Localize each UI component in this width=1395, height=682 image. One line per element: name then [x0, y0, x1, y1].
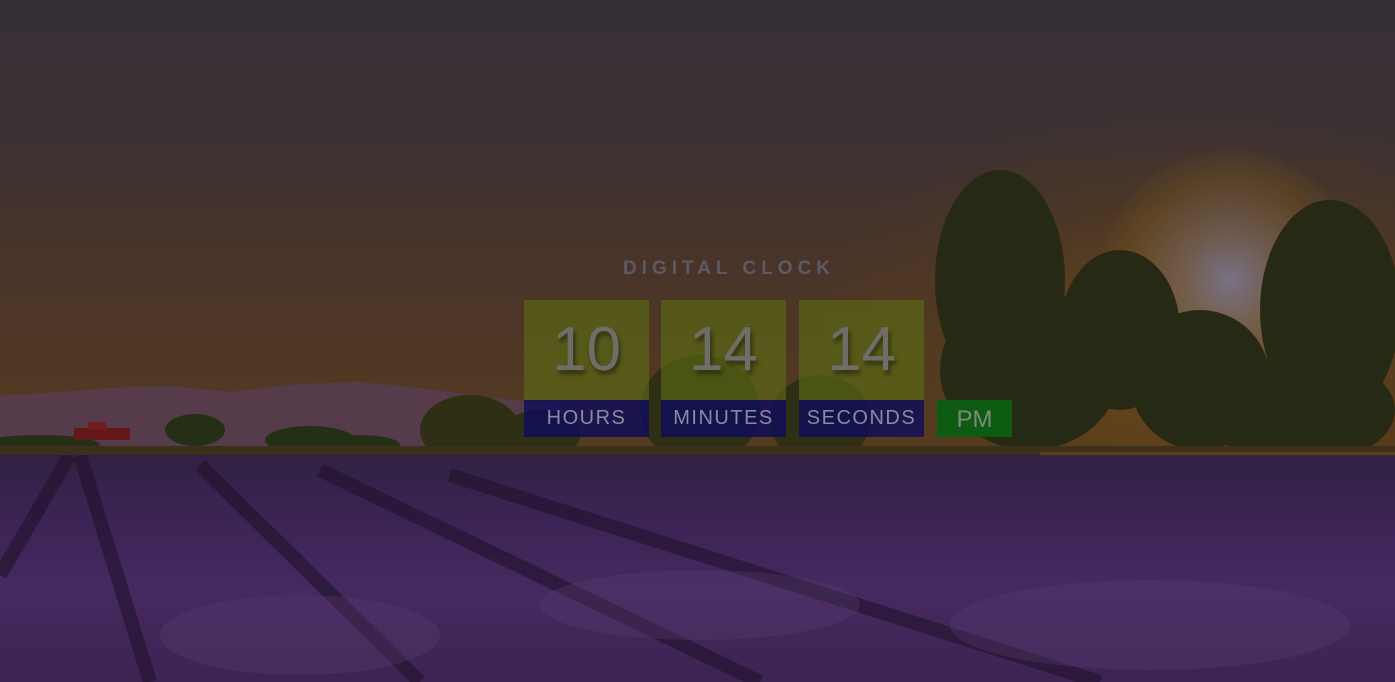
- minutes-label: MINUTES: [661, 400, 786, 437]
- seconds-value: 14: [799, 300, 924, 400]
- minutes-value: 14: [661, 300, 786, 400]
- hours-label: HOURS: [524, 400, 649, 437]
- ampm-indicator: PM: [937, 400, 1012, 437]
- hours-unit: 10 HOURS: [524, 300, 649, 437]
- minutes-unit: 14 MINUTES: [661, 300, 786, 437]
- seconds-unit: 14 SECONDS: [799, 300, 924, 437]
- hours-value: 10: [524, 300, 649, 400]
- digital-clock: 10 HOURS 14 MINUTES 14 SECONDS PM: [524, 300, 1024, 440]
- page-title: DIGITAL CLOCK: [622, 258, 836, 279]
- seconds-label: SECONDS: [799, 400, 924, 437]
